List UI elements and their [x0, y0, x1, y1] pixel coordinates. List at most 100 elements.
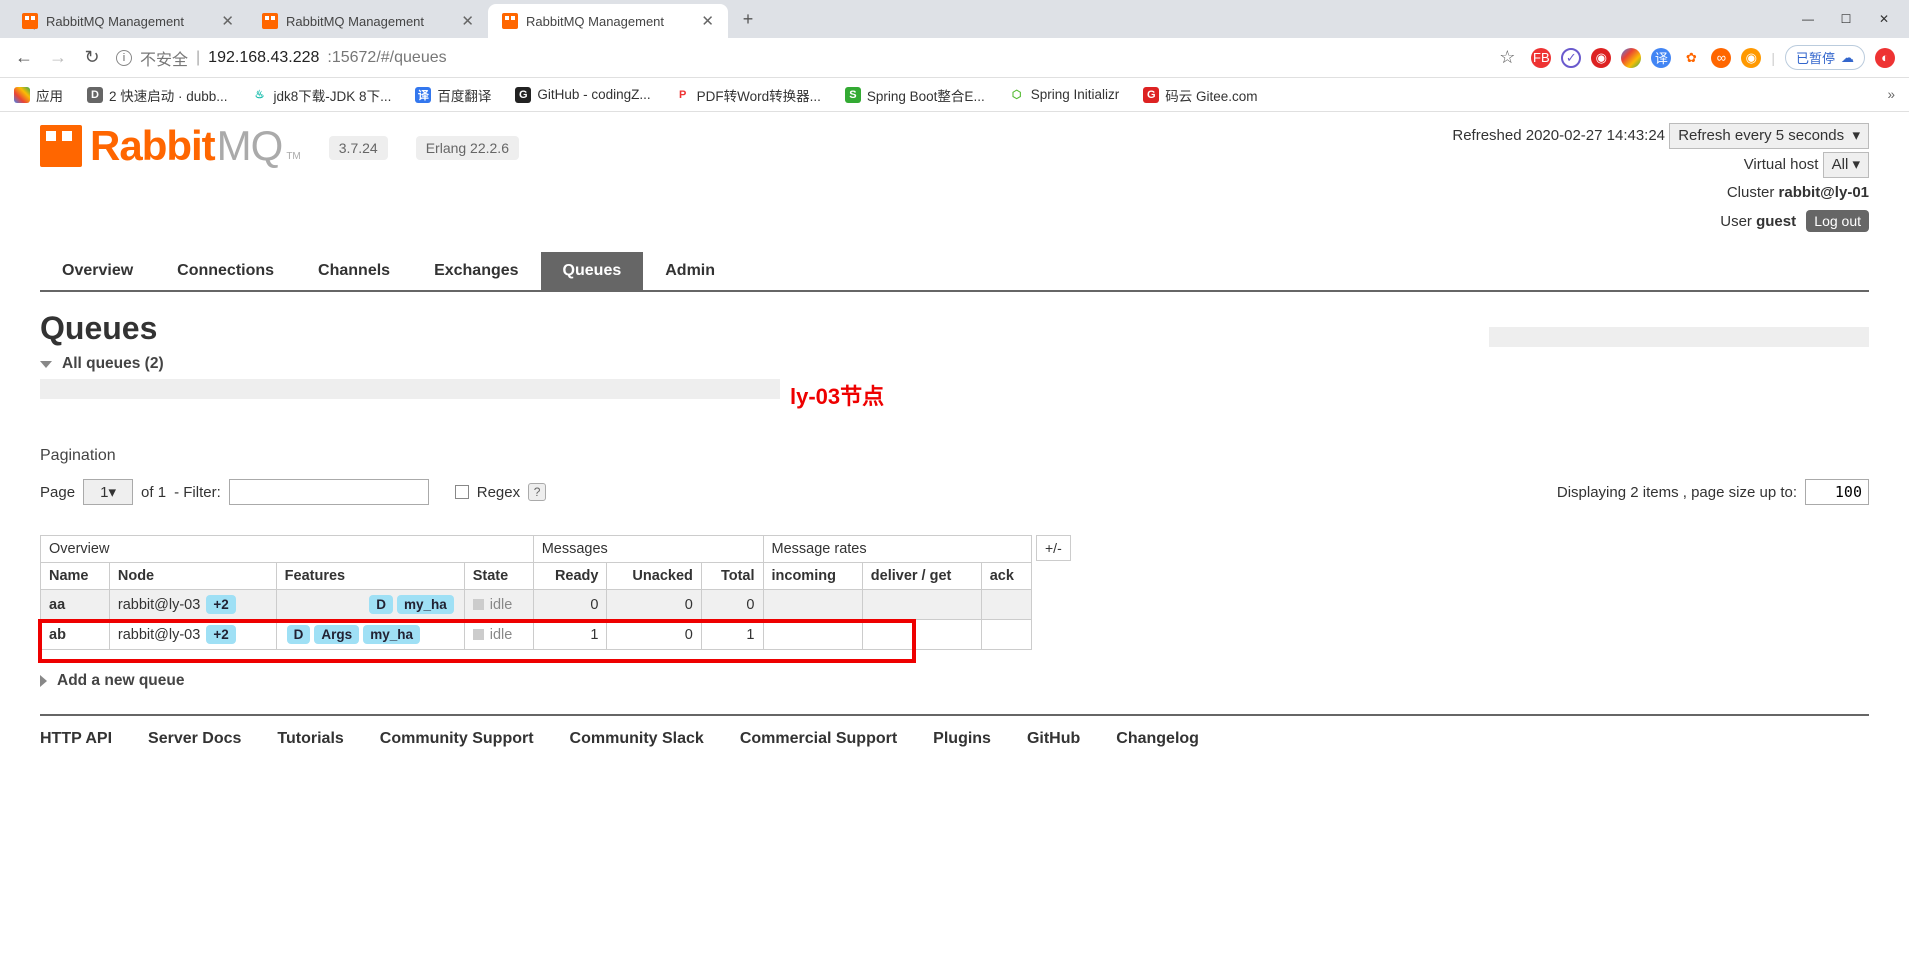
extension-icon[interactable]: ∞	[1711, 48, 1731, 68]
queue-incoming	[763, 620, 862, 650]
extension-icon[interactable]: ✿	[1681, 48, 1701, 68]
bookmark-star-icon[interactable]: ☆	[1497, 48, 1517, 68]
mirror-badge: +2	[206, 625, 235, 644]
bookmark-icon: D	[87, 87, 103, 103]
filter-bar-bg	[40, 379, 780, 399]
rabbitmq-favicon-icon	[262, 13, 278, 29]
tab-channels[interactable]: Channels	[296, 252, 412, 290]
add-queue-section-header[interactable]: Add a new queue	[40, 672, 1869, 690]
main-tabs: Overview Connections Channels Exchanges …	[40, 252, 1869, 292]
bookmark-item[interactable]: GGitHub - codingZ...	[515, 87, 650, 103]
extension-icon[interactable]: FB	[1531, 48, 1551, 68]
window-minimize-button[interactable]: —	[1801, 12, 1815, 26]
tab-title: RabbitMQ Management	[526, 14, 693, 29]
col-state[interactable]: State	[464, 563, 533, 590]
filter-input[interactable]	[229, 479, 429, 505]
browser-tabbar: RabbitMQ Management ✕ RabbitMQ Managemen…	[0, 0, 1909, 38]
columns-toggle-button[interactable]: +/-	[1036, 535, 1071, 561]
col-incoming[interactable]: incoming	[763, 563, 862, 590]
window-maximize-button[interactable]: ☐	[1839, 12, 1853, 26]
apps-button[interactable]: 应用	[14, 85, 63, 105]
bookmark-item[interactable]: ⬡Spring Initializr	[1009, 87, 1120, 103]
feature-badge: my_ha	[363, 625, 420, 644]
col-unacked[interactable]: Unacked	[607, 563, 701, 590]
bookmark-item[interactable]: D2 快速启动 · dubb...	[87, 85, 228, 105]
footer-link[interactable]: Tutorials	[277, 730, 343, 748]
page-size-input[interactable]	[1805, 479, 1869, 505]
page-select[interactable]: 1 ▾	[83, 479, 133, 505]
queue-name-link[interactable]: aa	[49, 597, 65, 613]
queue-ready: 1	[533, 620, 607, 650]
tab-overview[interactable]: Overview	[40, 252, 155, 290]
footer-link[interactable]: Changelog	[1116, 730, 1199, 748]
tab-exchanges[interactable]: Exchanges	[412, 252, 540, 290]
tab-admin[interactable]: Admin	[643, 252, 737, 290]
tab-close-icon[interactable]: ✕	[461, 12, 474, 30]
col-deliver[interactable]: deliver / get	[862, 563, 981, 590]
regex-checkbox[interactable]	[455, 485, 469, 499]
footer-link[interactable]: Commercial Support	[740, 730, 897, 748]
logout-button[interactable]: Log out	[1806, 210, 1869, 232]
table-row: ab rabbit@ly-03 +2 DArgsmy_ha idle 1 0 1	[41, 620, 1032, 650]
browser-tab-2[interactable]: RabbitMQ Management ✕	[248, 4, 488, 38]
pagination-row: Page 1 ▾ of 1 - Filter: Regex ? Displayi…	[40, 479, 1869, 505]
table-row: aa rabbit@ly-03 +2 Dmy_ha idle 0 0 0	[41, 590, 1032, 620]
bookmarks-bar: 应用 D2 快速启动 · dubb... ♨jdk8下载-JDK 8下... 译…	[0, 78, 1909, 112]
current-user: guest	[1756, 213, 1796, 230]
extension-icon[interactable]: ✓	[1561, 48, 1581, 68]
new-tab-button[interactable]: +	[734, 5, 762, 33]
queue-state: idle	[464, 620, 533, 650]
tab-connections[interactable]: Connections	[155, 252, 296, 290]
refresh-interval-select[interactable]: Refresh every 5 seconds ▾	[1669, 123, 1869, 149]
footer-link[interactable]: Community Slack	[570, 730, 704, 748]
browser-tab-1[interactable]: RabbitMQ Management ✕	[8, 4, 248, 38]
footer-link[interactable]: Community Support	[380, 730, 534, 748]
nav-forward-button[interactable]: →	[48, 48, 68, 68]
col-ack[interactable]: ack	[981, 563, 1031, 590]
tab-queues[interactable]: Queues	[541, 252, 644, 290]
profile-avatar-icon: ☁	[1841, 50, 1854, 66]
tab-close-icon[interactable]: ✕	[221, 12, 234, 30]
insecure-label: 不安全	[140, 46, 188, 70]
url-field[interactable]: i 不安全 | 192.168.43.228:15672/#/queues	[116, 46, 1483, 70]
bookmark-item[interactable]: SSpring Boot整合E...	[845, 85, 985, 105]
profile-paused-pill[interactable]: 已暂停 ☁	[1785, 45, 1865, 70]
window-controls: — ☐ ✕	[1801, 12, 1909, 26]
window-close-button[interactable]: ✕	[1877, 12, 1891, 26]
browser-tab-3[interactable]: RabbitMQ Management ✕	[488, 4, 728, 38]
queue-features: DArgsmy_ha	[276, 620, 464, 650]
pagination-label: Pagination	[40, 447, 1869, 465]
bookmark-item[interactable]: PPDF转Word转换器...	[675, 85, 821, 105]
col-ready[interactable]: Ready	[533, 563, 607, 590]
feature-badge: D	[369, 595, 393, 614]
insecure-icon: i	[116, 50, 132, 66]
queue-unacked: 0	[607, 620, 701, 650]
all-queues-section-header[interactable]: All queues (2)	[40, 355, 1869, 373]
feature-badge: D	[287, 625, 311, 644]
extension-icon[interactable]	[1621, 48, 1641, 68]
tab-close-icon[interactable]: ✕	[701, 12, 714, 30]
extension-icon[interactable]: ◉	[1591, 48, 1611, 68]
footer-link[interactable]: GitHub	[1027, 730, 1080, 748]
bookmark-item[interactable]: ♨jdk8下载-JDK 8下...	[252, 85, 392, 105]
col-total[interactable]: Total	[701, 563, 763, 590]
extension-icon[interactable]: 译	[1651, 48, 1671, 68]
extension-icon[interactable]: ◐	[1875, 48, 1895, 68]
nav-reload-button[interactable]: ↻	[82, 48, 102, 68]
bookmark-item[interactable]: 译百度翻译	[415, 85, 491, 105]
nav-back-button[interactable]: ←	[14, 48, 34, 68]
footer-link[interactable]: Plugins	[933, 730, 991, 748]
github-icon: G	[515, 87, 531, 103]
bookmarks-overflow-button[interactable]: »	[1887, 87, 1895, 102]
col-name[interactable]: Name	[41, 563, 110, 590]
queue-total: 0	[701, 590, 763, 620]
footer-link[interactable]: Server Docs	[148, 730, 241, 748]
regex-help-button[interactable]: ?	[528, 483, 546, 501]
bookmark-item[interactable]: G码云 Gitee.com	[1143, 85, 1257, 105]
col-node[interactable]: Node	[109, 563, 276, 590]
queue-name-link[interactable]: ab	[49, 627, 66, 643]
extension-icon[interactable]: ◉	[1741, 48, 1761, 68]
vhost-select[interactable]: All ▾	[1823, 152, 1869, 178]
col-features[interactable]: Features	[276, 563, 464, 590]
footer-link[interactable]: HTTP API	[40, 730, 112, 748]
